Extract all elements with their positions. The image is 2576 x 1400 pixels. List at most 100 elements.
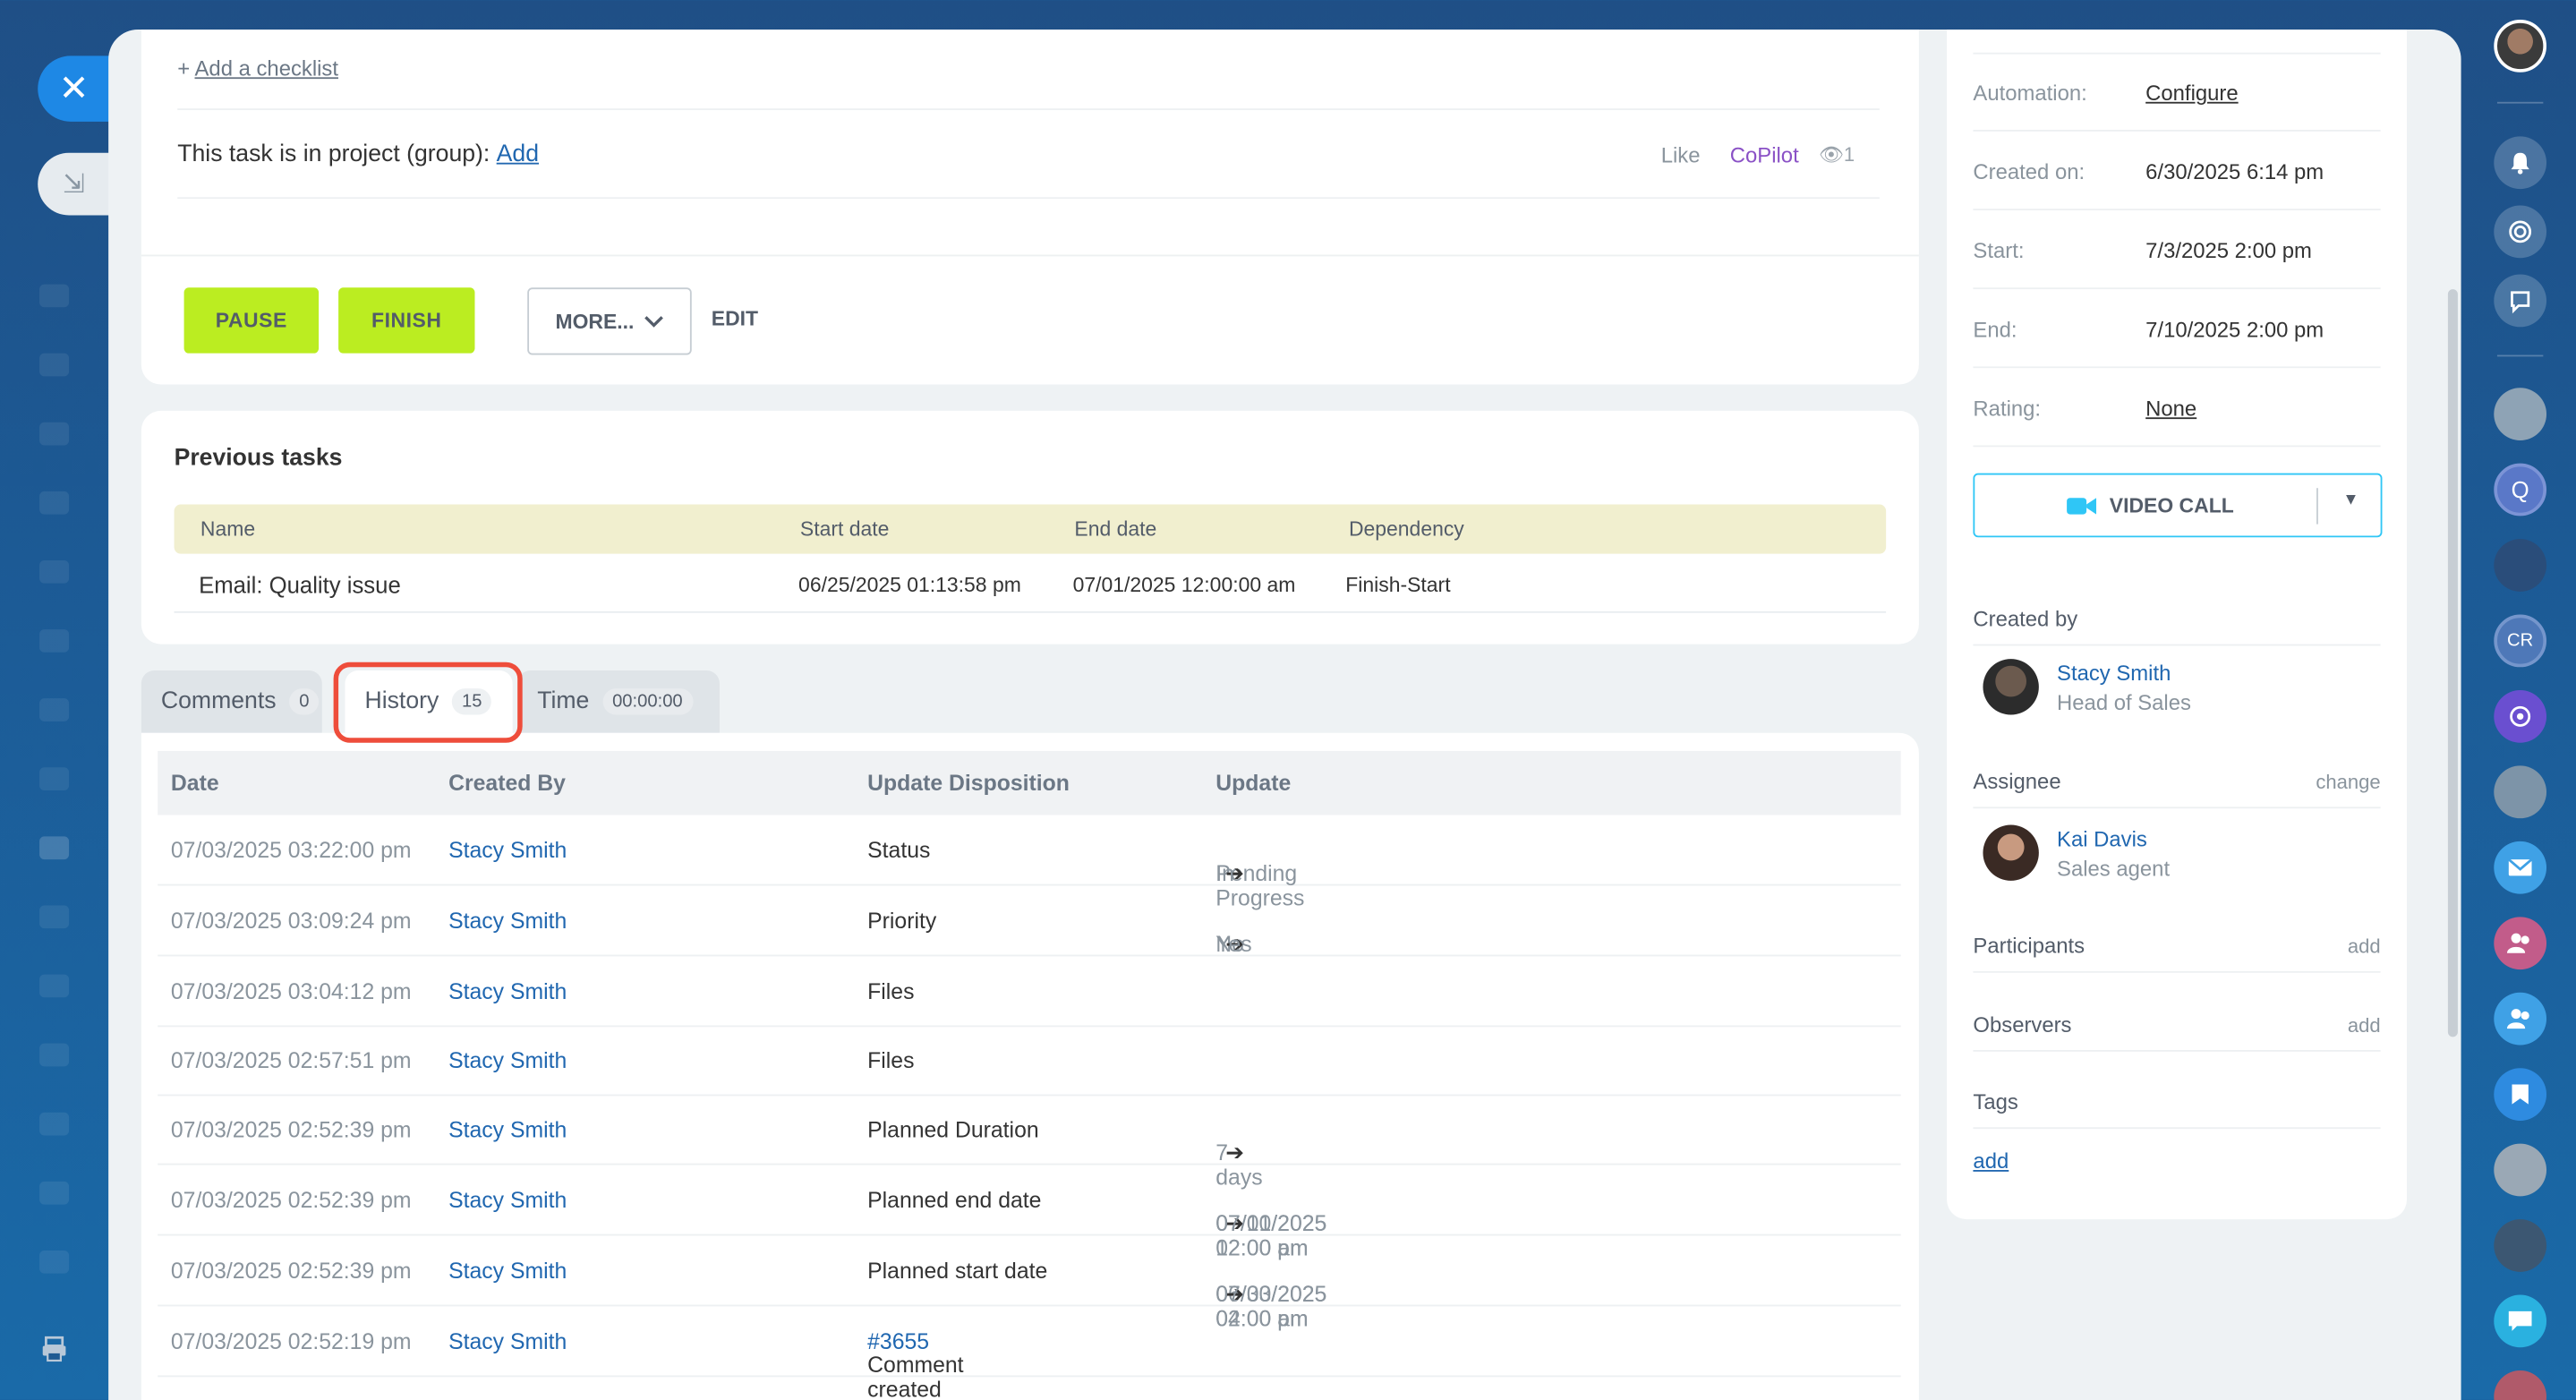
history-disposition: Planned Duration (867, 1117, 1039, 1142)
history-author-link[interactable]: Stacy Smith (448, 909, 567, 934)
add-checklist-link[interactable]: + Add a checklist (177, 55, 338, 81)
field-end: End: 7/10/2025 2:00 pm (1973, 289, 2381, 369)
assignee-change-link[interactable]: change (2316, 771, 2380, 794)
menu-icon[interactable] (39, 629, 70, 653)
history-date: 07/03/2025 02:52:39 pm (170, 1188, 412, 1213)
field-label: Automation: (1973, 80, 2087, 106)
group-avatar-icon[interactable] (2494, 765, 2547, 819)
left-rail: ✕ ⇲ (0, 0, 110, 1400)
history-author-link[interactable]: Stacy Smith (448, 1048, 567, 1073)
tab-label: Comments (160, 688, 277, 715)
history-date: 07/03/2025 02:52:39 pm (170, 1259, 412, 1284)
divider (141, 254, 1919, 257)
field-value[interactable]: 7/3/2025 2:00 pm (2145, 238, 2312, 263)
menu-icon[interactable] (39, 1043, 70, 1067)
menu-icon[interactable] (39, 905, 70, 929)
contact-avatar-icon[interactable] (2494, 388, 2547, 440)
minimize-icon: ⇲ (63, 170, 85, 200)
column-header: Name (200, 517, 256, 541)
history-author-link[interactable]: Stacy Smith (448, 1117, 567, 1142)
history-author-link[interactable]: Stacy Smith (448, 1188, 567, 1213)
contact-avatar-icon[interactable] (2494, 1370, 2547, 1400)
creator-name-link[interactable]: Stacy Smith (2057, 661, 2171, 686)
minimize-slider-button[interactable]: ⇲ (38, 152, 110, 216)
video-call-dropdown-icon[interactable]: ▼ (2342, 491, 2358, 509)
field-value[interactable]: 7/10/2025 2:00 pm (2145, 317, 2324, 342)
rating-link[interactable]: None (2145, 396, 2196, 421)
tags-add-link[interactable]: add (1973, 1148, 2009, 1174)
edit-button[interactable]: EDIT (712, 307, 758, 330)
like-link[interactable]: Like (1661, 143, 1701, 168)
target-icon[interactable] (2494, 205, 2547, 259)
bookmark-icon[interactable] (2494, 1068, 2547, 1121)
copilot-icon[interactable] (2494, 689, 2547, 743)
menu-icon[interactable] (39, 974, 70, 998)
close-icon: ✕ (58, 67, 90, 109)
history-author-link[interactable]: Stacy Smith (448, 1329, 567, 1354)
prev-task-name[interactable]: Email: Quality issue (199, 572, 401, 598)
table-row: 07/03/2025 02:57:51 pm Stacy Smith Files (158, 1025, 1901, 1097)
assignee-name-link[interactable]: Kai Davis (2057, 826, 2147, 851)
column-header: Created By (448, 770, 566, 796)
comment-link[interactable]: #3655 (867, 1329, 929, 1354)
menu-icon[interactable] (39, 698, 70, 721)
menu-icon[interactable] (39, 422, 70, 446)
prev-task-start: 06/25/2025 01:13:58 pm (798, 573, 1021, 597)
more-button[interactable]: MORE... (527, 287, 692, 355)
history-tab-highlight (333, 662, 523, 743)
field-label: Rating: (1973, 396, 2042, 421)
menu-icon[interactable] (39, 836, 70, 860)
more-label: MORE... (555, 310, 635, 333)
table-row: 07/03/2025 02:52:39 pm Stacy Smith Plann… (158, 1095, 1901, 1190)
observers-add-link[interactable]: add (2348, 1014, 2381, 1037)
avatar[interactable] (1983, 824, 2039, 881)
menu-icon[interactable] (39, 284, 70, 308)
history-author-link[interactable]: Stacy Smith (448, 1259, 567, 1284)
contact-avatar-icon[interactable] (2494, 539, 2547, 592)
participants-add-link[interactable]: add (2348, 935, 2381, 959)
user-avatar-icon[interactable] (2494, 20, 2547, 73)
add-checklist-label: Add a checklist (194, 55, 338, 81)
tab-comments[interactable]: Comments 0 (141, 670, 322, 733)
q-avatar-icon[interactable]: Q (2494, 463, 2547, 516)
column-header: Start date (799, 517, 890, 541)
group-icon[interactable] (2494, 917, 2547, 970)
field-value: 6/30/2025 6:14 pm (2145, 159, 2324, 184)
history-author-link[interactable]: Stacy Smith (448, 838, 567, 863)
avatar[interactable] (1983, 659, 2039, 715)
history-author-link[interactable]: Stacy Smith (448, 979, 567, 1004)
menu-icon[interactable] (39, 353, 70, 377)
bell-icon[interactable] (2494, 136, 2547, 190)
pause-button[interactable]: PAUSE (183, 287, 320, 354)
task-sidebar: Automation: Configure Created on: 6/30/2… (1947, 30, 2408, 1220)
right-rail: Q CR (2461, 0, 2576, 1400)
chat-refresh-icon[interactable] (2494, 274, 2547, 328)
menu-icon[interactable] (39, 1181, 70, 1205)
finish-button[interactable]: FINISH (338, 287, 475, 354)
update-to: Yes (1215, 931, 1252, 957)
menu-icon[interactable] (39, 1250, 70, 1274)
project-add-link[interactable]: Add (497, 141, 539, 167)
close-slider-button[interactable]: ✕ (38, 55, 110, 122)
scrollbar[interactable] (2447, 289, 2458, 1037)
column-header: End date (1074, 517, 1157, 541)
mail-icon[interactable] (2494, 841, 2547, 894)
contact-avatar-icon[interactable] (2494, 1219, 2547, 1272)
video-call-button[interactable]: VIDEO CALL ▼ (1973, 473, 2383, 538)
history-date: 07/03/2025 02:57:51 pm (170, 1048, 412, 1073)
menu-icon[interactable] (39, 559, 70, 584)
copilot-link[interactable]: CoPilot (1730, 143, 1799, 168)
table-row[interactable]: Email: Quality issue 06/25/2025 01:13:58… (174, 557, 1887, 613)
table-row: 07/03/2025 03:22:00 pm Stacy Smith Statu… (158, 815, 1901, 910)
menu-icon[interactable] (39, 1112, 70, 1136)
contact-avatar-icon[interactable] (2494, 1143, 2547, 1197)
tab-time[interactable]: Time 00:00:00 (517, 670, 720, 733)
group-icon[interactable] (2494, 992, 2547, 1046)
menu-icon[interactable] (39, 767, 70, 790)
messages-icon[interactable] (2494, 1294, 2547, 1348)
automation-configure-link[interactable]: Configure (2145, 81, 2238, 106)
table-row: 07/03/2025 02:52:39 pm Stacy Smith Plann… (158, 1235, 1901, 1331)
cr-avatar-icon[interactable]: CR (2494, 614, 2547, 668)
print-icon[interactable] (39, 1335, 69, 1364)
menu-icon[interactable] (39, 491, 70, 515)
